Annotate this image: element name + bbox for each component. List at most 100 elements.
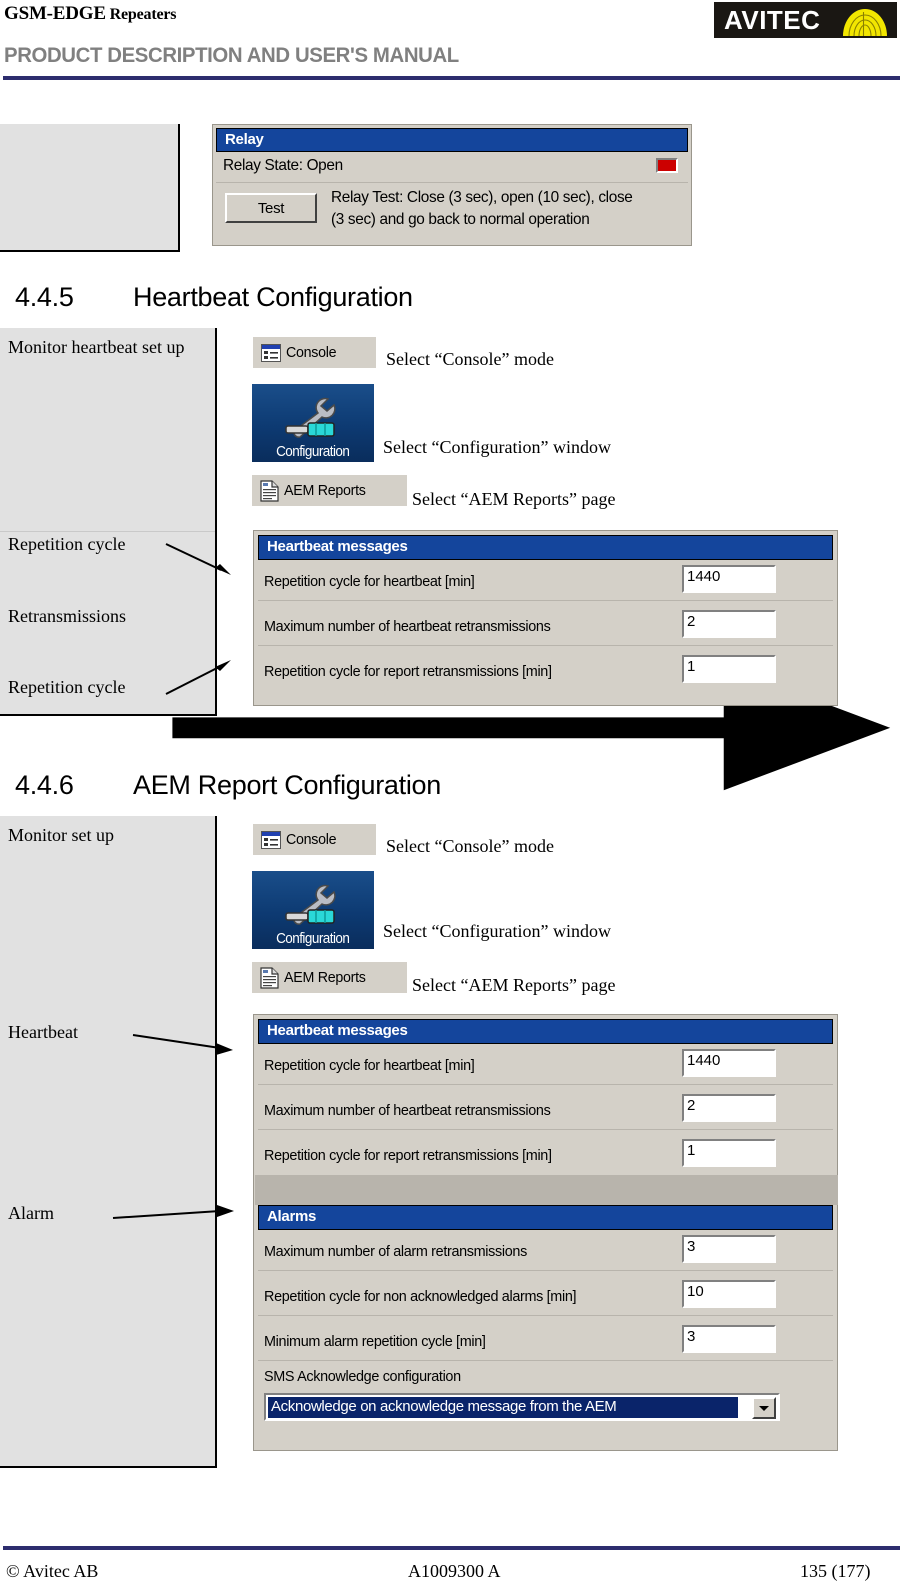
s445-heartbeat-row-label-2: Repetition cycle for report retransmissi…	[264, 663, 552, 680]
chevron-down-glyph	[759, 1405, 769, 1411]
s446-arrow-heartbeat	[132, 1034, 233, 1055]
s445-aem-reports-button-label: AEM Reports	[284, 482, 366, 499]
s446-label-heartbeat: Heartbeat	[8, 1022, 78, 1042]
s446-console-button[interactable]: Console	[253, 824, 376, 855]
relay-table-bottom-border	[0, 250, 180, 252]
s445-heartbeat-row-input-2[interactable]: 1	[681, 654, 777, 684]
relay-panel-separator	[216, 182, 688, 183]
s446-label-monitor-setup: Monitor set up	[8, 825, 114, 845]
s446-alarms-row-label-1: Repetition cycle for non acknowledged al…	[264, 1288, 577, 1305]
s445-left-row-divider	[0, 531, 215, 532]
s445-label-retransmissions: Retransmissions	[8, 606, 127, 626]
heading-4-4-5-title: Heartbeat Configuration	[133, 282, 413, 312]
s445-configuration-button[interactable]: Configuration	[252, 384, 374, 462]
s446-alarms-row-input-1[interactable]: 10	[681, 1279, 777, 1309]
s446-alarms-sep-2	[258, 1360, 833, 1361]
s446-label-alarm: Alarm	[8, 1203, 54, 1223]
s446-heartbeat-row-label-1: Maximum number of heartbeat retransmissi…	[264, 1102, 551, 1119]
avitec-logo-text: AVITEC	[724, 5, 821, 35]
page-header: GSM-EDGE Repeaters PRODUCT DESCRIPTION A…	[0, 0, 911, 84]
s446-heartbeat-sep-0	[258, 1084, 833, 1085]
s445-aem-reports-button[interactable]: AEM Reports	[252, 475, 407, 506]
footer-page-number: 135 (177)	[800, 1561, 871, 1581]
console-icon	[261, 343, 281, 362]
s446-console-button-label: Console	[286, 831, 337, 848]
relay-state-label: Relay State: Open	[223, 157, 343, 174]
s445-heartbeat-row-input-1[interactable]: 2	[681, 609, 777, 639]
relay-panel-title: Relay	[216, 128, 688, 152]
s446-configuration-note: Select “Configuration” window	[383, 921, 611, 941]
s446-aem-reports-note: Select “AEM Reports” page	[412, 975, 616, 995]
s446-heartbeat-row-input-1[interactable]: 2	[681, 1093, 777, 1123]
heading-4-4-6-title: AEM Report Configuration	[133, 770, 441, 800]
s446-alarms-row-input-2[interactable]: 3	[681, 1324, 777, 1354]
s446-alarms-panel-title: Alarms	[258, 1205, 833, 1230]
s446-console-note: Select “Console” mode	[386, 836, 554, 856]
console-icon	[261, 830, 281, 849]
s446-alarms-row-label-0: Maximum number of alarm retransmissions	[264, 1243, 527, 1260]
s446-sms-acknowledge-combo-value: Acknowledge on acknowledge message from …	[268, 1397, 738, 1418]
s445-arrow-repetition-cycle-2	[165, 660, 231, 695]
s445-configuration-note: Select “Configuration” window	[383, 437, 611, 457]
s446-heartbeat-panel-title: Heartbeat messages	[258, 1019, 833, 1044]
footer-divider	[3, 1546, 900, 1550]
document-title: PRODUCT DESCRIPTION AND USER'S MANUAL	[4, 44, 459, 67]
s445-heartbeat-row-input-0[interactable]: 1440	[681, 564, 777, 594]
heading-4-4-5: 4.4.5 Heartbeat Configuration	[15, 282, 413, 313]
aem-reports-icon	[260, 966, 279, 989]
s446-table-bottom-border	[0, 1466, 217, 1468]
relay-state-led	[656, 158, 678, 173]
s445-label-repetition-cycle-1: Repetition cycle	[8, 534, 126, 554]
s446-aem-reports-button-label: AEM Reports	[284, 969, 366, 986]
s446-alarms-row-input-0[interactable]: 3	[681, 1234, 777, 1264]
relay-panel: Relay Relay State: Open Test Relay Test:…	[212, 124, 692, 246]
s446-alarms-sep-1	[258, 1315, 833, 1316]
s445-aem-reports-note: Select “AEM Reports” page	[412, 489, 616, 509]
s445-heartbeat-row-label-0: Repetition cycle for heartbeat [min]	[264, 573, 475, 590]
s446-alarms-sep-0	[258, 1270, 833, 1271]
s445-console-note: Select “Console” mode	[386, 349, 554, 369]
s445-heartbeat-panel-title: Heartbeat messages	[258, 535, 833, 560]
s446-heartbeat-row-label-2: Repetition cycle for report retransmissi…	[264, 1147, 552, 1164]
s446-panel-spacer	[255, 1175, 838, 1205]
relay-test-button[interactable]: Test	[225, 193, 317, 223]
s445-heartbeat-sep-1	[258, 645, 833, 646]
s446-aem-reports-window: Heartbeat messages Repetition cycle for …	[253, 1014, 838, 1451]
heading-4-4-6: 4.4.6 AEM Report Configuration	[15, 770, 441, 801]
s446-sms-acknowledge-label: SMS Acknowledge configuration	[264, 1368, 461, 1385]
s445-heartbeat-sep-0	[258, 600, 833, 601]
s446-configuration-button[interactable]: Configuration	[252, 871, 374, 949]
heading-4-4-6-number: 4.4.6	[15, 770, 74, 800]
s446-heartbeat-row-label-0: Repetition cycle for heartbeat [min]	[264, 1057, 475, 1074]
s446-configuration-button-label: Configuration	[276, 930, 350, 947]
s446-sms-acknowledge-combo[interactable]: Acknowledge on acknowledge message from …	[264, 1393, 780, 1421]
avitec-arc-icon	[843, 9, 887, 36]
s446-heartbeat-sep-1	[258, 1129, 833, 1130]
header-divider	[3, 76, 900, 80]
heading-4-4-5-number: 4.4.5	[15, 282, 74, 312]
s445-heartbeat-messages-panel: Heartbeat messages Repetition cycle for …	[253, 530, 838, 706]
s446-heartbeat-row-input-0[interactable]: 1440	[681, 1048, 777, 1078]
s446-aem-reports-button[interactable]: AEM Reports	[252, 962, 407, 993]
section-4-4-5-table: Monitor heartbeat set up Repetition cycl…	[0, 328, 911, 791]
chevron-down-icon[interactable]	[752, 1397, 776, 1419]
footer-doc-number: A1009300 A	[408, 1561, 501, 1581]
s446-left-column	[0, 816, 217, 1468]
s445-console-button[interactable]: Console	[253, 337, 376, 368]
configuration-icon	[285, 884, 336, 925]
aem-reports-icon	[260, 479, 279, 502]
section-4-4-6-table: Monitor set up Heartbeat Alarm Console S…	[0, 816, 911, 1468]
s445-console-button-label: Console	[286, 344, 337, 361]
product-line-title: GSM-EDGE Repeaters	[4, 3, 177, 24]
s446-heartbeat-row-input-2[interactable]: 1	[681, 1138, 777, 1168]
relay-test-description-line1: Relay Test: Close (3 sec), open (10 sec)…	[331, 189, 633, 206]
relay-table-left-cell	[0, 124, 180, 252]
s445-label-monitor-heartbeat-setup: Monitor heartbeat set up	[8, 337, 185, 357]
s445-heartbeat-row-label-1: Maximum number of heartbeat retransmissi…	[264, 618, 551, 635]
relay-test-description-line2: (3 sec) and go back to normal operation	[331, 211, 590, 228]
s445-configuration-button-label: Configuration	[276, 443, 350, 460]
s445-label-repetition-cycle-2: Repetition cycle	[8, 677, 126, 697]
s446-arrow-alarm	[112, 1205, 234, 1219]
s445-arrow-repetition-cycle-1	[165, 543, 231, 575]
avitec-logo: AVITEC	[714, 2, 897, 38]
